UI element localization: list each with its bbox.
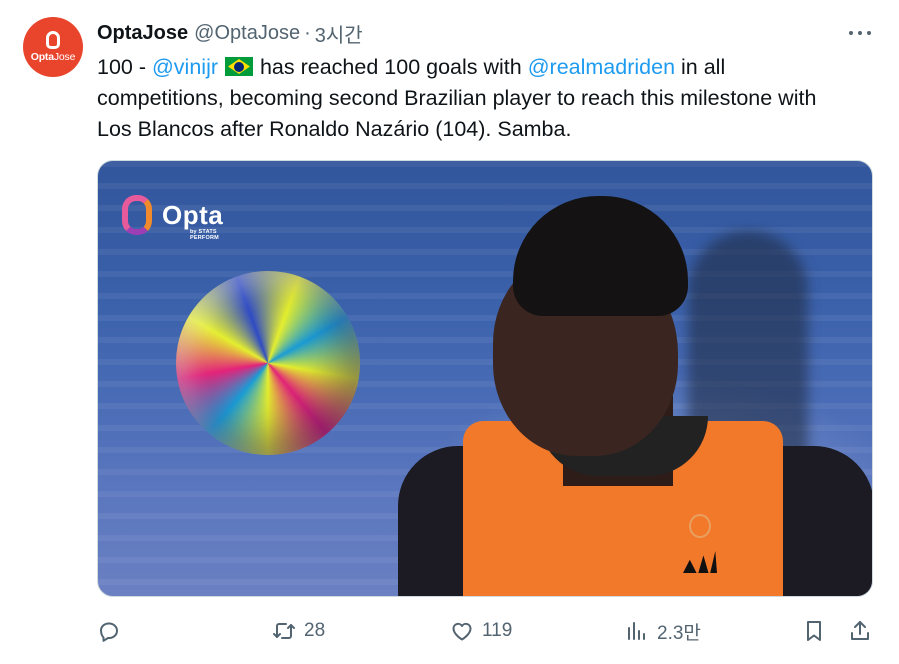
views-chart-icon xyxy=(628,622,645,640)
tweet-media-image[interactable]: Opta by STATS PERFORM xyxy=(97,160,873,597)
views-button[interactable]: 2.3만 xyxy=(625,617,701,645)
author-avatar[interactable]: OptaJose xyxy=(23,17,83,77)
tweet-header: OptaJose @OptaJose · 3시간 xyxy=(97,19,363,48)
author-handle[interactable]: @OptaJose xyxy=(194,22,300,45)
share-icon xyxy=(851,621,869,640)
tweet-time[interactable]: 3시간 xyxy=(315,19,363,48)
club-badge-icon xyxy=(689,514,711,538)
mention-vinijr[interactable]: @vinijr xyxy=(152,55,218,79)
opta-logo-icon xyxy=(122,195,152,235)
author-name[interactable]: OptaJose xyxy=(97,22,188,45)
retweet-count: 28 xyxy=(304,620,326,641)
avatar-label-bold: Opta xyxy=(30,51,54,63)
reply-button[interactable] xyxy=(97,617,129,645)
like-count: 119 xyxy=(482,620,513,641)
action-bar: 28 119 2.3만 xyxy=(97,617,877,645)
opta-watermark-sub: by STATS PERFORM xyxy=(190,229,219,241)
like-button[interactable]: 119 xyxy=(450,617,512,645)
retweet-button[interactable]: 28 xyxy=(272,617,325,645)
views-count: 2.3만 xyxy=(657,622,701,644)
tweet-text: 100 - @vinijr has reached 100 goals with… xyxy=(97,52,857,145)
football xyxy=(176,271,360,455)
mention-realmadriden[interactable]: @realmadriden xyxy=(528,55,675,79)
separator-dot: · xyxy=(304,21,311,44)
tweet: OptaJose OptaJose @OptaJose · 3시간 100 - … xyxy=(0,0,899,664)
bookmark-icon xyxy=(807,621,821,641)
share-button[interactable] xyxy=(848,617,872,645)
player-figure xyxy=(398,196,872,596)
more-options-icon[interactable] xyxy=(847,24,873,42)
text-middle: has reached 100 goals with xyxy=(254,55,528,79)
retweet-icon xyxy=(273,623,295,639)
brazil-flag-icon xyxy=(225,57,253,76)
text-prefix: 100 - xyxy=(97,55,152,79)
reply-icon xyxy=(100,622,118,642)
opta-logo-icon xyxy=(46,31,60,49)
bookmark-button[interactable] xyxy=(802,617,826,645)
opta-watermark-text: Opta xyxy=(162,199,224,230)
avatar-label-light: Jose xyxy=(53,51,76,63)
opta-watermark: Opta by STATS PERFORM xyxy=(122,195,224,241)
heart-icon xyxy=(452,622,472,641)
